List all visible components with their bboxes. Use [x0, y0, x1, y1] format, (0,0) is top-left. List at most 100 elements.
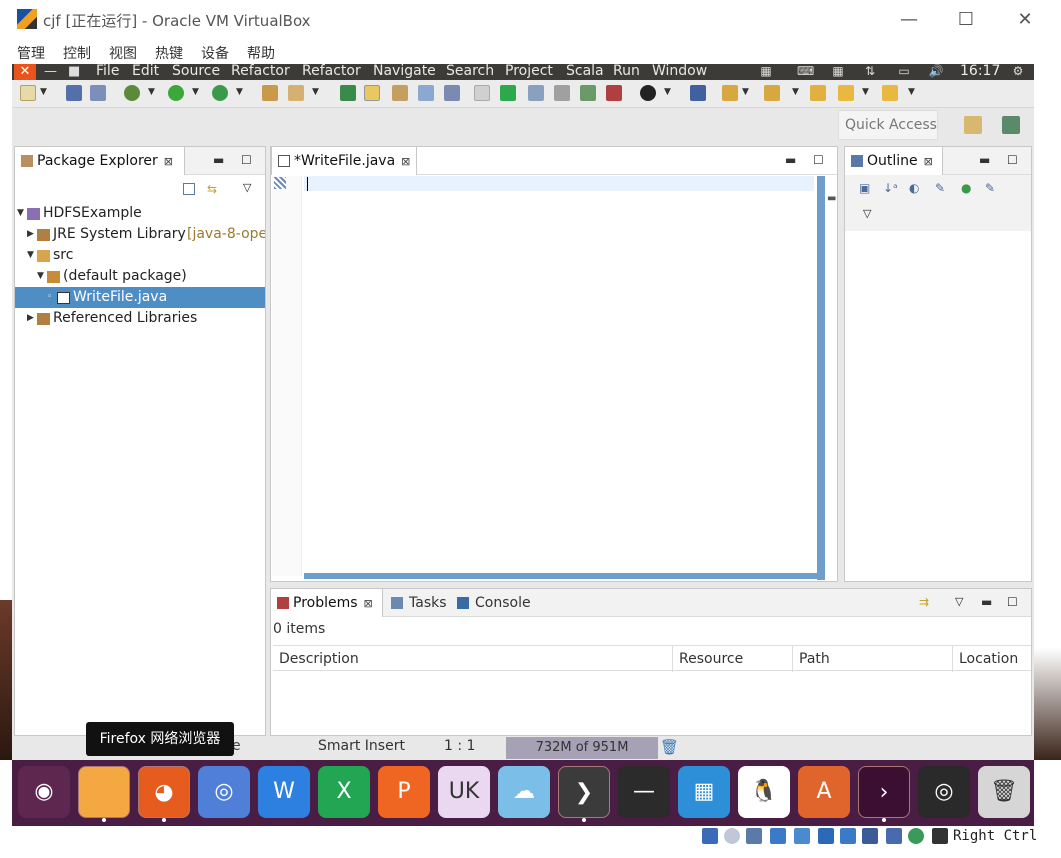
files-icon[interactable]: [78, 766, 130, 818]
open-perspective-icon[interactable]: [964, 116, 982, 134]
tree-item[interactable]: ▶ Referenced Libraries: [15, 308, 265, 329]
maximize-problems-button[interactable]: ☐: [1007, 595, 1018, 609]
eclipse-menu-source[interactable]: Source: [172, 64, 220, 79]
vertical-scrollbar[interactable]: [817, 176, 825, 580]
garbage-collect-icon[interactable]: 🗑: [660, 737, 679, 757]
hide-static-icon[interactable]: ✎: [935, 181, 945, 195]
tab-writefile[interactable]: *WriteFile.java ⊠: [271, 147, 417, 175]
network-adapter-icon[interactable]: [770, 828, 786, 844]
eclipse-menu-project[interactable]: Project: [505, 64, 553, 79]
guest-close-button[interactable]: ✕: [14, 64, 36, 80]
tab-package-explorer[interactable]: Package Explorer ⊠: [15, 147, 185, 175]
forward-icon[interactable]: [882, 85, 898, 101]
tree-item[interactable]: ▼ (default package): [15, 266, 265, 287]
pin-icon[interactable]: [690, 85, 706, 101]
minimize-outline-button[interactable]: ▬: [979, 153, 990, 167]
toggle-block-icon[interactable]: [418, 85, 434, 101]
sort-icon[interactable]: ↓ᵃ: [883, 181, 898, 195]
eclipse-menu-scala[interactable]: Scala: [566, 64, 604, 79]
menu-devices[interactable]: 设备: [201, 43, 229, 63]
save-icon[interactable]: [66, 85, 82, 101]
volume-icon[interactable]: 🔊: [928, 65, 944, 78]
mark-occurrences-icon[interactable]: [364, 85, 380, 101]
close-icon[interactable]: ⊠: [401, 155, 410, 168]
display-icon[interactable]: [840, 828, 856, 844]
expand-toggle-icon[interactable]: ▼: [37, 266, 44, 287]
maximize-button[interactable]: ☐: [953, 8, 979, 32]
minimize-button[interactable]: —: [896, 8, 922, 32]
heap-status[interactable]: 732M of 951M: [506, 737, 658, 759]
optical-drive-icon[interactable]: [724, 828, 740, 844]
column-location[interactable]: Location: [953, 646, 1031, 672]
eclipse-menu-file[interactable]: File: [96, 64, 119, 79]
expand-toggle-icon[interactable]: ▶: [27, 308, 34, 329]
new-icon[interactable]: [20, 85, 36, 101]
horizontal-scrollbar[interactable]: [304, 573, 819, 579]
firefox-icon[interactable]: ◕: [138, 766, 190, 818]
tree-item[interactable]: ▼ HDFSExample: [15, 203, 265, 224]
hide-local-types-icon[interactable]: ✎: [985, 181, 995, 195]
multitask-icon[interactable]: ▦: [678, 766, 730, 818]
expand-toggle-icon[interactable]: ▶: [27, 224, 34, 245]
external-dropdown-icon[interactable]: ▼: [236, 87, 243, 97]
maximize-outline-button[interactable]: ☐: [1007, 153, 1018, 167]
eclipse-menu-refactor[interactable]: Refactor: [231, 64, 290, 79]
guest-minimize-button[interactable]: —: [44, 64, 57, 79]
expand-toggle-icon[interactable]: ▼: [17, 203, 24, 224]
close-button[interactable]: ✕: [1012, 8, 1038, 32]
user-dropdown-icon[interactable]: ▼: [664, 87, 671, 97]
java-perspective-icon[interactable]: [1002, 116, 1020, 134]
menu-manage[interactable]: 管理: [17, 43, 45, 63]
run-icon[interactable]: [168, 85, 184, 101]
tab-console[interactable]: Console: [455, 589, 531, 617]
back-icon[interactable]: [838, 85, 854, 101]
qq-icon[interactable]: 🐧: [738, 766, 790, 818]
host-key-icon[interactable]: [932, 828, 948, 844]
maximize-editor-button[interactable]: ☐: [813, 153, 824, 167]
network-icon[interactable]: ⇅: [862, 65, 878, 78]
overview-ruler-marker[interactable]: ▬: [827, 193, 836, 204]
collapse-all-icon[interactable]: ▣: [859, 181, 870, 195]
eclipse-menu-edit[interactable]: Edit: [132, 64, 159, 79]
vscode-icon[interactable]: ❯: [558, 766, 610, 818]
column-path[interactable]: Path: [793, 646, 953, 672]
tree-item[interactable]: ◦ WriteFile.java: [15, 287, 265, 308]
user-icon[interactable]: [640, 85, 656, 101]
resource-dropdown-icon[interactable]: ▼: [312, 87, 319, 97]
trash-icon[interactable]: 🗑: [978, 766, 1030, 818]
app-store-icon[interactable]: ☁: [498, 766, 550, 818]
terminal-icon[interactable]: —: [618, 766, 670, 818]
column-description[interactable]: Description: [273, 646, 673, 672]
clock[interactable]: 16:17: [960, 64, 1000, 79]
cpu-icon[interactable]: [886, 828, 902, 844]
usb-icon[interactable]: [794, 828, 810, 844]
minimize-view-button[interactable]: ▬: [213, 153, 224, 167]
menu-help[interactable]: 帮助: [247, 43, 275, 63]
run-external-icon[interactable]: [212, 85, 228, 101]
tab-problems[interactable]: Problems ⊠: [271, 589, 383, 617]
menu-control[interactable]: 控制: [63, 43, 91, 63]
quick-access-input[interactable]: Quick Access: [838, 110, 938, 140]
chromium-icon[interactable]: ◎: [198, 766, 250, 818]
gear-icon[interactable]: ⚙: [1010, 65, 1026, 78]
ubuntu-icon[interactable]: ◉: [18, 766, 70, 818]
console-toolbar-icon[interactable]: [554, 85, 570, 101]
open-resource-icon[interactable]: [288, 85, 304, 101]
guest-restore-button[interactable]: ■: [68, 64, 80, 79]
input-method-icon[interactable]: ▦: [830, 65, 846, 78]
next-annotation-icon[interactable]: [340, 85, 356, 101]
scala-icon[interactable]: [474, 85, 490, 101]
audio-icon[interactable]: [746, 828, 762, 844]
outline-menu-icon[interactable]: ▽: [863, 207, 871, 220]
wps-presentation-icon[interactable]: P: [378, 766, 430, 818]
eclipse-menu-navigate[interactable]: Navigate: [373, 64, 436, 79]
code-editor[interactable]: [272, 176, 827, 580]
toggle-breadcrumb-icon[interactable]: [392, 85, 408, 101]
prev-edit-dropdown-icon[interactable]: ▼: [792, 87, 799, 97]
collapse-all-icon[interactable]: [183, 183, 195, 195]
hard-disk-icon[interactable]: [702, 828, 718, 844]
tab-tasks[interactable]: Tasks: [389, 589, 447, 617]
save-all-icon[interactable]: [90, 85, 106, 101]
next-edit-dropdown-icon[interactable]: ▼: [742, 87, 749, 97]
battery-icon[interactable]: ▭: [896, 65, 912, 78]
